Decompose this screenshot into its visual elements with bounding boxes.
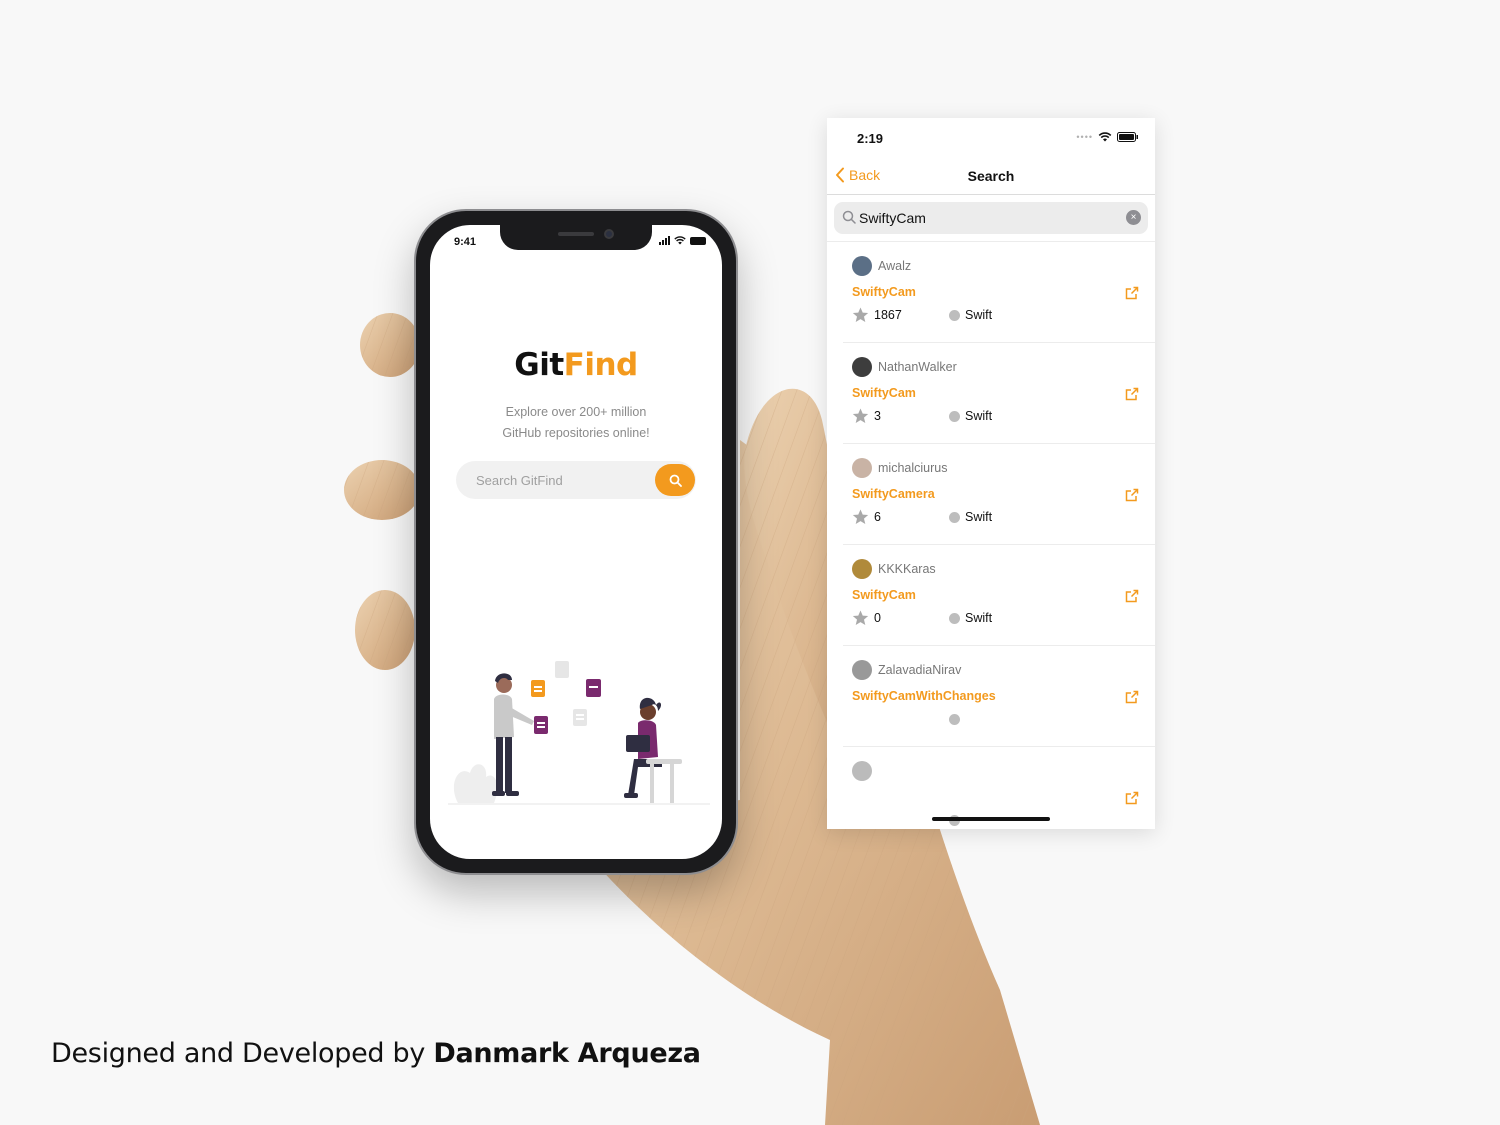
logo-git: Git (514, 347, 564, 383)
result-language: Swift (965, 409, 993, 423)
external-link-icon[interactable] (1125, 791, 1139, 805)
result-username: Awalz (878, 259, 912, 273)
home-search-input[interactable] (456, 461, 636, 499)
search-status-icons: •••• (1076, 132, 1139, 142)
external-link-icon[interactable] (1125, 589, 1139, 603)
result-repo-name[interactable]: SwiftyCam (852, 285, 916, 299)
result-repo-name[interactable]: SwiftyCamWithChanges (852, 689, 996, 703)
avatar (852, 660, 872, 680)
language-dot (949, 411, 960, 422)
search-input[interactable] (859, 202, 1109, 234)
phone-mockup: 9:41 GitFind Explore over 200+ million G… (414, 209, 738, 875)
result-star-count: 6 (874, 510, 881, 524)
search-bar: × (834, 202, 1148, 234)
battery-icon (1117, 132, 1138, 142)
search-icon (669, 474, 682, 487)
results-list: Awalz SwiftyCam 1867 Swift NathanWalker Swift… (827, 242, 1155, 829)
credit-prefix: Designed and Developed by (51, 1038, 434, 1069)
credit-text: Designed and Developed by Danmark Arquez… (51, 1038, 701, 1069)
home-search-button[interactable] (655, 464, 695, 496)
avatar (852, 357, 872, 377)
result-username: KKKKaras (878, 562, 936, 576)
language-dot (949, 512, 960, 523)
result-repo-name[interactable]: SwiftyCam (852, 386, 916, 400)
external-link-icon[interactable] (1125, 488, 1139, 502)
app-logo: GitFind (430, 347, 722, 383)
signal-dots-icon: •••• (1076, 132, 1093, 142)
speaker-grille (558, 232, 594, 236)
result-star-count: 1867 (874, 308, 902, 322)
external-link-icon[interactable] (1125, 387, 1139, 401)
language-dot (949, 613, 960, 624)
credit-author: Danmark Arqueza (433, 1038, 701, 1069)
search-bar-container: × (827, 195, 1155, 242)
signal-icon (659, 236, 670, 245)
logo-find: Find (563, 347, 639, 383)
close-icon: × (1130, 211, 1137, 223)
people-illustration (448, 661, 710, 805)
clear-search-button[interactable]: × (1126, 210, 1141, 225)
result-username: michalciurus (878, 461, 948, 475)
result-row[interactable]: Awalz SwiftyCam 1867 Swift (843, 242, 1155, 343)
avatar (852, 256, 872, 276)
wifi-icon (1098, 132, 1112, 142)
nav-title: Search (967, 168, 1015, 184)
result-row[interactable]: NathanWalker SwiftyCam 3 Swift (843, 343, 1155, 444)
avatar (852, 458, 872, 478)
avatar (852, 559, 872, 579)
navigation-bar: Back Search (827, 160, 1155, 195)
search-status-time: 2:19 (857, 131, 884, 146)
star-icon (852, 408, 869, 424)
search-status-bar: 2:19 •••• (827, 118, 1155, 160)
tagline-line-1: Explore over 200+ million (505, 405, 647, 419)
result-language: Swift (965, 308, 993, 322)
result-username: ZalavadiaNirav (878, 663, 962, 677)
star-icon (852, 307, 869, 323)
wifi-icon (674, 236, 686, 245)
star-icon (852, 610, 869, 626)
phone-screen: 9:41 GitFind Explore over 200+ million G… (430, 225, 722, 859)
wooden-hand-image (344, 313, 1040, 1125)
language-dot (949, 714, 960, 725)
status-icons (659, 236, 706, 245)
search-icon (842, 210, 856, 224)
home-search-bar (456, 461, 696, 499)
front-camera (604, 229, 614, 239)
star-icon (852, 509, 869, 525)
status-time: 9:41 (454, 236, 477, 248)
result-row[interactable]: michalciurus SwiftyCamera 6 Swift (843, 444, 1155, 545)
result-star-count: 0 (874, 611, 881, 625)
result-language: Swift (965, 510, 993, 524)
language-dot (949, 310, 960, 321)
result-repo-name[interactable]: SwiftyCamera (852, 487, 935, 501)
search-screen: 2:19 •••• Back Search SwiftyCam × Awalz … (827, 118, 1155, 829)
external-link-icon[interactable] (1125, 690, 1139, 704)
result-username: NathanWalker (878, 360, 957, 374)
battery-icon (690, 236, 706, 245)
result-row[interactable]: KKKKaras SwiftyCam 0 Swift (843, 545, 1155, 646)
tagline: Explore over 200+ million GitHub reposit… (430, 402, 722, 444)
tagline-line-2: GitHub repositories online! (502, 426, 650, 440)
external-link-icon[interactable] (1125, 286, 1139, 300)
avatar (852, 761, 872, 781)
result-star-count: 3 (874, 409, 881, 423)
result-row[interactable]: ZalavadiaNirav SwiftyCamWithChanges (843, 646, 1155, 747)
result-repo-name[interactable]: SwiftyCam (852, 588, 916, 602)
home-indicator (932, 817, 1050, 821)
phone-notch (500, 225, 652, 250)
result-language: Swift (965, 611, 993, 625)
